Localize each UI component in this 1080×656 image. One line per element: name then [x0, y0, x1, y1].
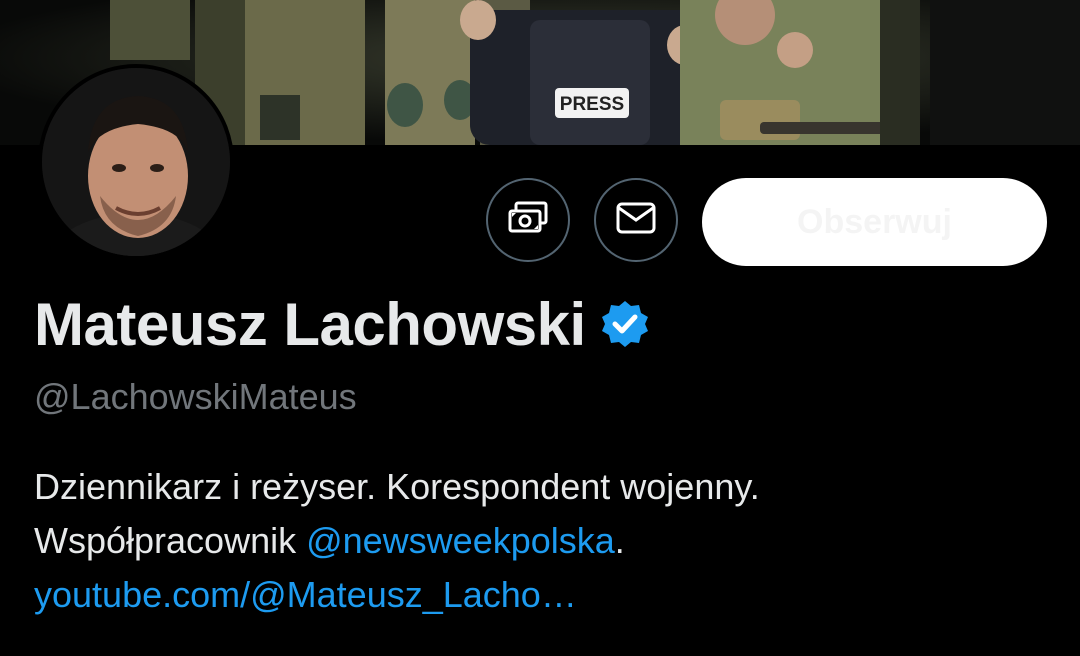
- follow-button-label: Obserwuj: [797, 202, 952, 241]
- profile-name-row: Mateusz Lachowski: [34, 288, 650, 360]
- press-label: PRESS: [560, 94, 624, 115]
- avatar-photo: [42, 68, 230, 256]
- bio-text-suffix: .: [614, 520, 625, 561]
- bio-line-2: Współpracownik @newsweekpolska.: [34, 514, 1044, 568]
- profile-handle: @LachowskiMateus: [34, 376, 357, 417]
- follow-button[interactable]: Obserwuj: [702, 178, 1047, 266]
- avatar[interactable]: [38, 64, 234, 260]
- message-button[interactable]: [594, 178, 678, 262]
- verified-badge-icon[interactable]: [600, 299, 650, 349]
- bio-text-prefix: Współpracownik: [34, 520, 307, 561]
- bio-line-1: Dziennikarz i reżyser. Korespondent woje…: [34, 466, 760, 507]
- tip-button[interactable]: [486, 178, 570, 262]
- display-name: Mateusz Lachowski: [34, 290, 586, 358]
- envelope-icon: [616, 202, 656, 239]
- money-icon: [508, 201, 548, 240]
- mention-link[interactable]: @newsweekpolska: [306, 520, 615, 561]
- profile-bio: Dziennikarz i reżyser. Korespondent woje…: [34, 460, 1044, 622]
- website-link[interactable]: youtube.com/@Mateusz_Lacho…: [34, 568, 1044, 622]
